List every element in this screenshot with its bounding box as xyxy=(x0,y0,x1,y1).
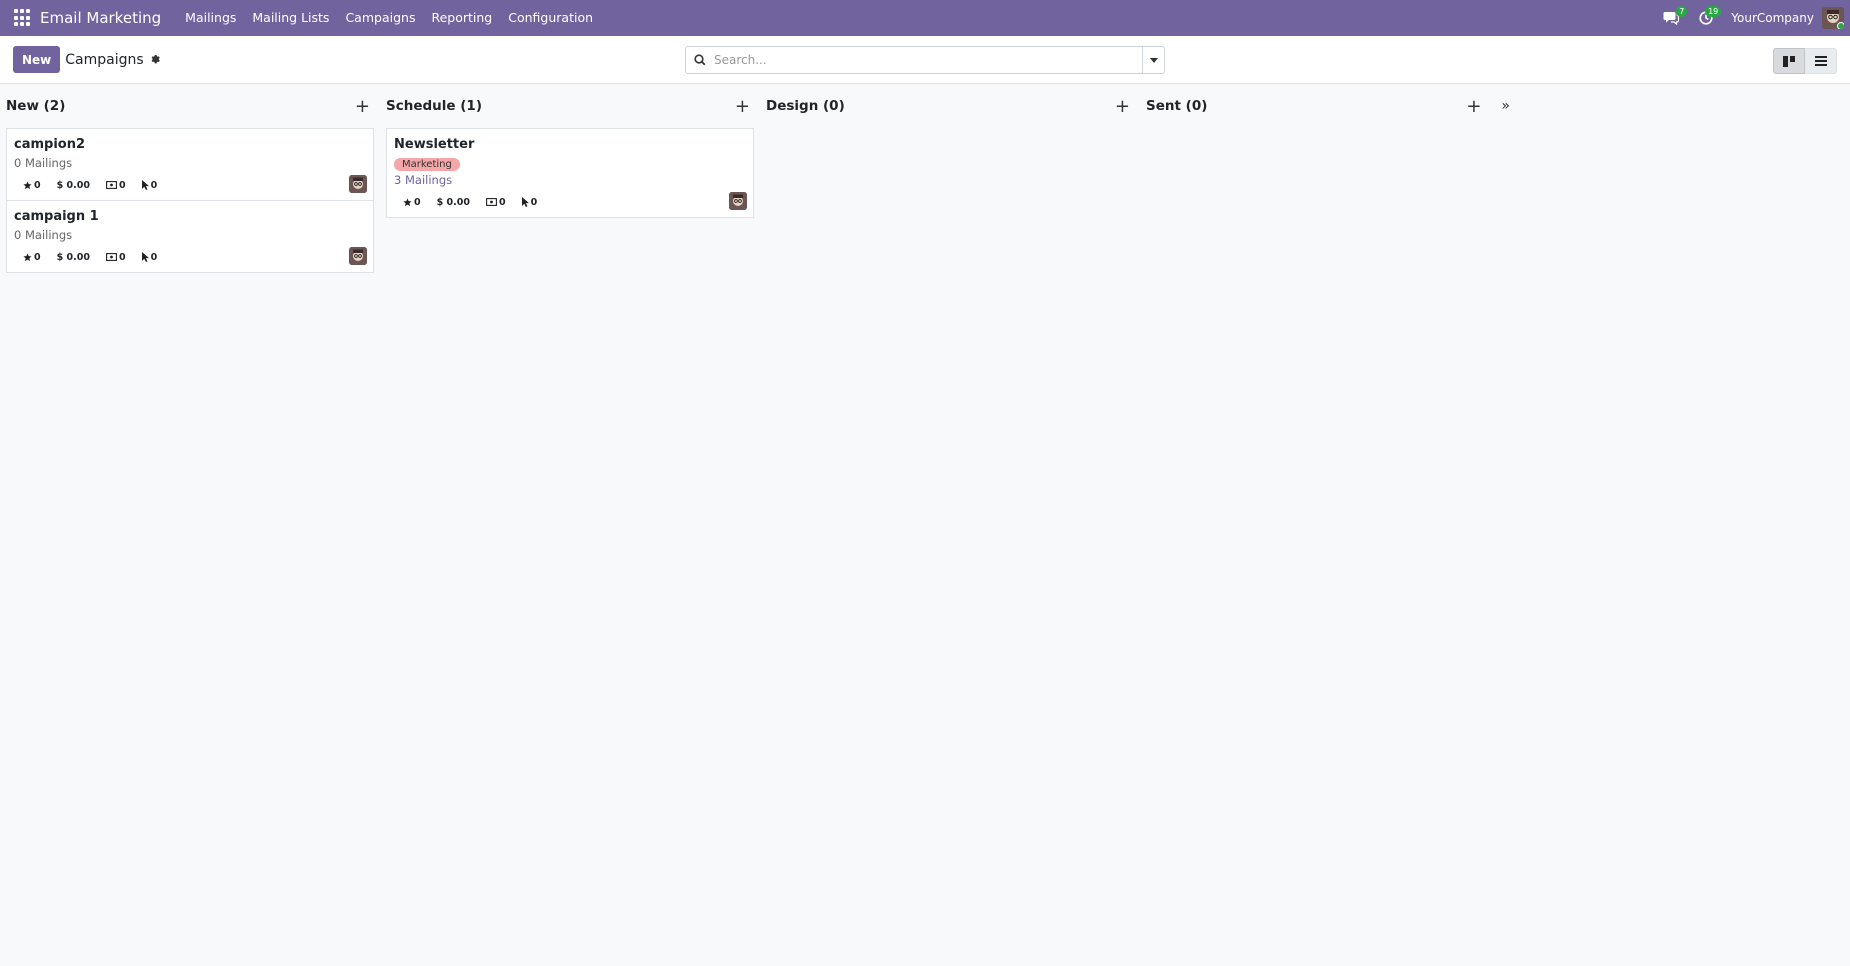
list-view-button[interactable] xyxy=(1805,48,1837,74)
menu-reporting[interactable]: Reporting xyxy=(423,0,500,36)
card-user-avatar[interactable] xyxy=(349,247,367,265)
column-actions: + » xyxy=(1466,96,1510,117)
cursor-icon xyxy=(141,252,149,262)
search-icon xyxy=(694,54,706,66)
search-options-toggle[interactable] xyxy=(1142,47,1164,73)
stat-sent: 0 xyxy=(486,197,506,208)
stat-stars: 0 xyxy=(23,252,41,263)
column-header: New (2) + xyxy=(6,84,374,128)
messages-button[interactable]: 7 xyxy=(1653,0,1689,36)
card-mailings-count: 0 Mailings xyxy=(14,156,73,170)
column-header: Schedule (1) + xyxy=(386,84,754,128)
kanban-card[interactable]: campion2 0 Mailings 0 $ 0.00 0 0 xyxy=(6,128,374,201)
column-header: Design (0) + xyxy=(766,84,1134,128)
search-bar xyxy=(685,46,1165,74)
apps-grid-icon[interactable] xyxy=(14,9,32,27)
column-title[interactable]: Schedule (1) xyxy=(386,98,482,114)
breadcrumb: Campaigns xyxy=(65,52,160,68)
star-icon xyxy=(23,252,32,261)
control-panel: New Campaigns xyxy=(0,36,1850,84)
kanban-column-design: Design (0) + xyxy=(766,84,1134,273)
cursor-icon xyxy=(141,180,149,190)
search-input[interactable] xyxy=(706,53,1142,67)
column-cards: Newsletter Marketing 3 Mailings 0 $ 0.00… xyxy=(386,128,754,218)
stat-revenue: $ 0.00 xyxy=(436,196,470,208)
menu-mailing-lists[interactable]: Mailing Lists xyxy=(244,0,337,36)
column-title[interactable]: Sent (0) xyxy=(1146,98,1207,114)
card-title: campaign 1 xyxy=(14,209,99,224)
stat-revenue: $ 0.00 xyxy=(56,179,90,191)
stat-stars: 0 xyxy=(403,197,421,208)
add-card-plus-icon[interactable]: + xyxy=(1115,96,1130,117)
stat-clicks: 0 xyxy=(141,252,157,263)
menu-mailings[interactable]: Mailings xyxy=(177,0,244,36)
top-navbar: Email Marketing Mailings Mailing Lists C… xyxy=(0,0,1850,36)
stat-stars: 0 xyxy=(23,180,41,191)
app-name[interactable]: Email Marketing xyxy=(40,9,161,27)
stat-clicks: 0 xyxy=(521,197,537,208)
card-title: Newsletter xyxy=(394,137,475,152)
column-header: Sent (0) + » xyxy=(1146,84,1514,128)
column-title[interactable]: Design (0) xyxy=(766,98,845,114)
kanban-view-button[interactable] xyxy=(1773,48,1805,74)
list-icon xyxy=(1814,56,1827,66)
cursor-icon xyxy=(521,197,529,207)
money-icon xyxy=(486,198,497,206)
user-avatar[interactable] xyxy=(1822,7,1844,29)
activities-button[interactable]: 19 xyxy=(1689,0,1723,36)
main-menu: Mailings Mailing Lists Campaigns Reporti… xyxy=(177,0,601,36)
activities-count-badge: 19 xyxy=(1705,6,1722,17)
kanban-column-new: New (2) + campion2 0 Mailings 0 $ 0.00 0… xyxy=(6,84,374,273)
card-stats: 0 $ 0.00 0 0 xyxy=(394,193,746,211)
new-button[interactable]: New xyxy=(13,46,61,73)
stat-revenue: $ 0.00 xyxy=(56,251,90,263)
add-card-plus-icon[interactable]: + xyxy=(1466,96,1481,117)
card-user-avatar[interactable] xyxy=(729,192,747,210)
money-icon xyxy=(106,253,117,261)
menu-configuration[interactable]: Configuration xyxy=(500,0,601,36)
tag-badge: Marketing xyxy=(394,158,460,171)
star-icon xyxy=(403,197,412,206)
stat-sent: 0 xyxy=(106,180,126,191)
kanban-card[interactable]: Newsletter Marketing 3 Mailings 0 $ 0.00… xyxy=(386,128,754,218)
card-mailings-count: 0 Mailings xyxy=(14,228,73,242)
menu-campaigns[interactable]: Campaigns xyxy=(337,0,423,36)
stat-clicks: 0 xyxy=(141,180,157,191)
company-switcher[interactable]: YourCompany xyxy=(1723,11,1822,25)
gear-icon[interactable] xyxy=(150,54,161,65)
fold-column-chevrons-icon[interactable]: » xyxy=(1501,98,1510,114)
card-title: campion2 xyxy=(14,137,86,152)
view-switcher xyxy=(1773,48,1837,74)
card-user-avatar[interactable] xyxy=(349,175,367,193)
caret-down-icon xyxy=(1149,57,1158,63)
card-stats: 0 $ 0.00 0 0 xyxy=(14,176,366,194)
stat-sent: 0 xyxy=(106,252,126,263)
kanban-card[interactable]: campaign 1 0 Mailings 0 $ 0.00 0 0 xyxy=(6,200,374,273)
page-title: Campaigns xyxy=(65,51,144,68)
kanban-column-sent: Sent (0) + » xyxy=(1146,84,1514,273)
card-stats: 0 $ 0.00 0 0 xyxy=(14,248,366,266)
card-mailings-count[interactable]: 3 Mailings xyxy=(394,173,746,187)
online-status-dot xyxy=(1837,22,1844,29)
column-cards: campion2 0 Mailings 0 $ 0.00 0 0 campaig… xyxy=(6,128,374,273)
money-icon xyxy=(106,181,117,189)
kanban-board: New (2) + campion2 0 Mailings 0 $ 0.00 0… xyxy=(0,84,1850,273)
column-title[interactable]: New (2) xyxy=(6,98,65,114)
kanban-column-schedule: Schedule (1) + Newsletter Marketing 3 Ma… xyxy=(386,84,754,273)
kanban-icon xyxy=(1783,55,1795,67)
messages-count-badge: 7 xyxy=(1676,6,1688,17)
add-card-plus-icon[interactable]: + xyxy=(735,96,750,117)
systray: 7 19 YourCompany xyxy=(1653,0,1850,36)
add-card-plus-icon[interactable]: + xyxy=(355,96,370,117)
star-icon xyxy=(23,180,32,189)
